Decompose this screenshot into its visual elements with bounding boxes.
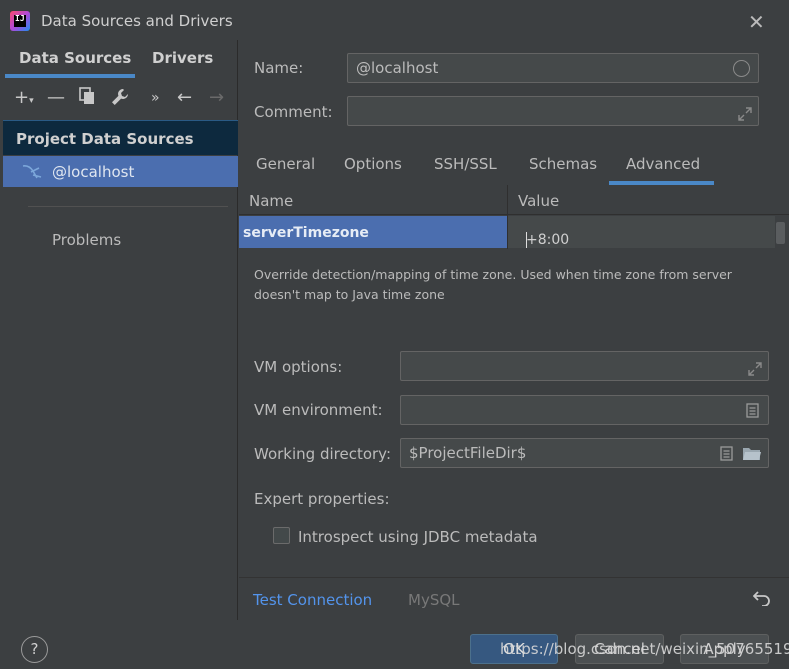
left-toolbar: +▾ — » ← → xyxy=(3,80,238,116)
comment-label: Comment: xyxy=(254,103,333,121)
property-name-cell[interactable]: serverTimezone xyxy=(239,216,507,248)
name-value: @localhost xyxy=(356,59,439,77)
test-connection-link[interactable]: Test Connection xyxy=(253,591,372,609)
working-directory-field[interactable]: $ProjectFileDir$ xyxy=(400,438,769,468)
app-icon-text: IJ xyxy=(15,14,25,23)
column-name[interactable]: Name xyxy=(249,192,293,210)
data-source-item[interactable]: @localhost xyxy=(3,156,238,187)
tab-general[interactable]: General xyxy=(256,155,315,173)
tab-ssh-ssl[interactable]: SSH/SSL xyxy=(434,155,497,173)
vm-environment-label: VM environment: xyxy=(254,401,383,419)
vm-options-label: VM options: xyxy=(254,358,343,376)
table-header: Name Value xyxy=(239,185,789,215)
introspect-label[interactable]: Introspect using JDBC metadata xyxy=(298,528,538,546)
forward-arrow-icon[interactable]: → xyxy=(209,87,224,108)
section-header: Project Data Sources xyxy=(3,120,238,155)
tab-options[interactable]: Options xyxy=(344,155,402,173)
watermark-text: https://blog.csdn.net/weixin_50765519 xyxy=(500,640,789,658)
tab-schemas[interactable]: Schemas xyxy=(529,155,597,173)
wrench-icon[interactable] xyxy=(110,87,130,112)
text-caret xyxy=(526,232,527,248)
expert-properties-label: Expert properties: xyxy=(254,490,390,508)
connection-footer: Test Connection MySQL xyxy=(239,577,789,620)
right-panel: Name: @localhost Comment: General Option… xyxy=(239,40,789,620)
document-icon[interactable] xyxy=(746,403,759,418)
left-tabs: Data Sources Drivers xyxy=(3,40,238,78)
more-icon[interactable]: » xyxy=(151,90,160,106)
column-separator xyxy=(507,185,508,249)
section-title: Project Data Sources xyxy=(16,130,194,148)
document-icon[interactable] xyxy=(720,446,733,461)
title-bar: IJ Data Sources and Drivers ✕ xyxy=(0,0,789,40)
vm-options-field[interactable] xyxy=(400,351,769,381)
properties-table: Name Value serverTimezone +8:00 xyxy=(239,185,789,249)
property-description: Override detection/mapping of time zone.… xyxy=(254,267,732,302)
name-field[interactable]: @localhost xyxy=(347,53,759,83)
mysql-icon xyxy=(22,165,42,179)
driver-label: MySQL xyxy=(408,591,460,609)
expand-icon[interactable] xyxy=(748,362,762,376)
color-circle-icon[interactable] xyxy=(733,60,750,77)
tab-advanced[interactable]: Advanced xyxy=(626,155,700,173)
window-title: Data Sources and Drivers xyxy=(41,12,233,30)
comment-field[interactable] xyxy=(347,96,759,126)
problems-item[interactable]: Problems xyxy=(52,231,121,249)
name-label: Name: xyxy=(254,59,304,77)
tab-data-sources[interactable]: Data Sources xyxy=(19,49,131,67)
close-icon[interactable]: ✕ xyxy=(748,10,765,34)
column-value[interactable]: Value xyxy=(518,192,559,210)
scrollbar-thumb[interactable] xyxy=(776,222,785,244)
expand-icon[interactable] xyxy=(738,107,752,121)
add-icon[interactable]: +▾ xyxy=(14,87,34,108)
remove-icon[interactable]: — xyxy=(47,87,65,108)
vm-environment-field[interactable] xyxy=(400,395,769,425)
back-arrow-icon[interactable]: ← xyxy=(177,87,192,108)
tab-drivers[interactable]: Drivers xyxy=(152,49,213,67)
intellij-icon: IJ xyxy=(10,11,30,31)
help-button[interactable]: ? xyxy=(21,636,48,663)
revert-icon[interactable] xyxy=(752,590,771,611)
property-value-cell[interactable]: +8:00 xyxy=(508,216,775,248)
folder-icon[interactable] xyxy=(742,446,762,461)
working-directory-value: $ProjectFileDir$ xyxy=(409,444,527,462)
left-panel: Data Sources Drivers +▾ — » ← → Project … xyxy=(3,40,238,620)
left-tab-underline xyxy=(5,74,135,78)
property-name: serverTimezone xyxy=(243,225,369,241)
property-value-text: +8:00 xyxy=(526,232,570,248)
left-divider xyxy=(28,206,228,207)
duplicate-icon[interactable] xyxy=(79,87,95,110)
introspect-checkbox[interactable] xyxy=(273,527,290,544)
working-directory-label: Working directory: xyxy=(254,445,392,463)
data-source-label: @localhost xyxy=(52,163,135,181)
